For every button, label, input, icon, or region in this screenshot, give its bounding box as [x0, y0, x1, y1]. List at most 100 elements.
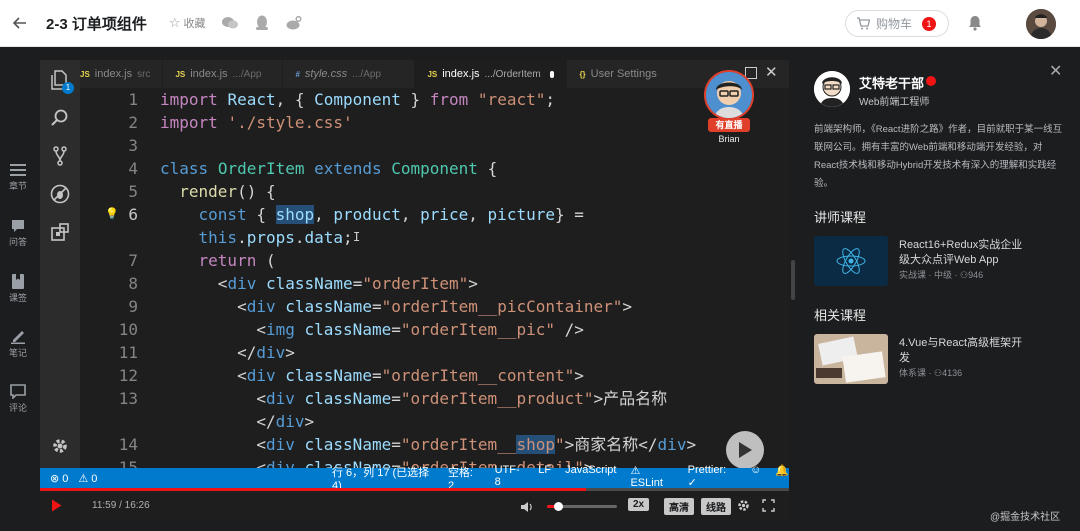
- teacher-avatar[interactable]: [814, 71, 850, 107]
- star-icon: ☆: [168, 15, 181, 30]
- favorite-button[interactable]: ☆ 收藏: [169, 15, 206, 31]
- presenter-live-badge[interactable]: 有直播 Brian: [698, 70, 760, 156]
- play-button[interactable]: [51, 499, 62, 517]
- settings-icon[interactable]: [737, 499, 750, 517]
- presenter-name: Brian: [718, 134, 740, 144]
- volume-icon[interactable]: [521, 500, 534, 518]
- editor-tab: JS index.js .../App: [163, 60, 284, 88]
- error-count: ⊗ 0: [50, 472, 69, 485]
- line-number: 9: [128, 297, 138, 316]
- volume-slider[interactable]: [547, 502, 617, 511]
- current-time: 11:59: [92, 500, 117, 511]
- course-meta: 实战课 · 中级 · ⚇946: [899, 270, 984, 280]
- code-line: class OrderItem extends Component {: [160, 159, 498, 178]
- editor-status-bar: ⊗ 0 ⚠ 0 行 6，列 17 (已选择4) 空格: 2 UTF-8 LF J…: [40, 464, 789, 492]
- code-line: </div>: [237, 343, 295, 362]
- teacher-description: 前端架构师，《React进阶之路》作者，目前就职于某一线互联网公司。拥有丰富的W…: [814, 124, 1063, 189]
- play-icon: [739, 442, 752, 458]
- favorite-label: 收藏: [183, 18, 206, 30]
- course-thumbnail: [814, 236, 888, 286]
- bell-icon[interactable]: [968, 15, 982, 36]
- js-file-icon: JS: [80, 69, 90, 79]
- speed-button[interactable]: 2x: [628, 498, 650, 511]
- tab-filename: style.css: [304, 68, 348, 80]
- bookmark-icon: [12, 274, 24, 289]
- text-cursor-icon: I: [353, 230, 361, 244]
- code-line: return (: [198, 251, 276, 270]
- tab-filename: User Settings: [590, 68, 657, 80]
- tab-dir: .../OrderItem: [484, 68, 541, 80]
- code-line: </div>: [256, 412, 315, 431]
- tab-filename: index.js: [94, 68, 133, 80]
- code-line: <div className="orderItem">: [217, 274, 478, 293]
- nav-label: 章节: [8, 181, 27, 191]
- line-number: 14: [118, 435, 138, 454]
- wechat-icon[interactable]: [221, 15, 238, 31]
- fullscreen-icon[interactable]: [762, 499, 775, 517]
- lightbulb-icon: 💡: [105, 208, 119, 220]
- cart-button[interactable]: 购物车 1: [845, 10, 949, 37]
- line-number-gutter: 1 2 3 4 5 6 7 8 9 10 11 12 13 14 15 💡: [80, 88, 140, 468]
- settings-gear-icon: [50, 436, 70, 456]
- tab-dir: src: [137, 68, 151, 80]
- nav-bookmarks[interactable]: 课签: [0, 274, 36, 304]
- line-number: 1: [128, 90, 138, 109]
- back-arrow-icon[interactable]: [0, 0, 40, 47]
- course-thumbnail: [814, 334, 888, 384]
- code-line: render() {: [179, 182, 276, 201]
- weibo-icon[interactable]: [286, 15, 302, 31]
- course-meta: 体系课 · ⚇4136: [899, 368, 963, 378]
- editor-tab: JS index.js src: [80, 60, 164, 88]
- panel-scrollbar[interactable]: [791, 260, 795, 300]
- qa-icon: [12, 220, 24, 232]
- nav-chapters[interactable]: 章节: [0, 163, 36, 192]
- quality-button[interactable]: 高清: [664, 498, 694, 515]
- line-number: 13: [118, 389, 138, 408]
- video-player[interactable]: 1 JS index.js src JS index.js .../App # …: [40, 60, 789, 520]
- line-number: 4: [128, 159, 138, 178]
- cart-icon: [857, 17, 870, 30]
- line-number: 15: [118, 458, 138, 468]
- css-file-icon: #: [295, 69, 300, 79]
- user-avatar[interactable]: [1026, 9, 1056, 39]
- editor-tab: {} User Settings: [567, 60, 668, 88]
- nav-qa[interactable]: 问答: [0, 219, 36, 248]
- note-icon: [11, 331, 25, 344]
- teacher-panel: ✕ 艾特老干部 Web前端工程师 前端架构师，《React进阶之路》作者，目前就…: [796, 47, 1080, 531]
- duration: 16:26: [124, 500, 150, 511]
- unsaved-dot-icon: [549, 70, 555, 78]
- code-line: import './style.css': [160, 113, 353, 132]
- close-icon[interactable]: ✕: [1049, 61, 1062, 81]
- course-title: 2-3 订单项组件: [46, 15, 147, 33]
- course-card[interactable]: React16+Redux实战企业级大众点评Web App 实战课 · 中级 ·…: [814, 236, 1074, 288]
- cart-count-badge: 1: [922, 16, 937, 31]
- nav-label: 课签: [8, 293, 27, 303]
- tab-dir: .../App: [352, 68, 381, 80]
- json-file-icon: {}: [579, 69, 586, 79]
- line-number: 10: [118, 320, 138, 339]
- nav-label: 评论: [8, 403, 27, 413]
- qq-icon[interactable]: [254, 15, 270, 31]
- editor-tab: # style.css .../App: [283, 60, 416, 88]
- time-display: 11:59 / 16:26: [92, 500, 150, 511]
- code-line: <div className="orderItem__content">: [237, 366, 584, 385]
- nav-comments[interactable]: 评论: [0, 384, 36, 414]
- line-number: 2: [128, 113, 138, 132]
- line-number: 11: [118, 343, 138, 362]
- line-number: 5: [128, 182, 138, 201]
- nav-label: 笔记: [8, 348, 27, 358]
- editor-activity-bar: 1: [40, 60, 80, 468]
- volume-knob: [553, 502, 563, 511]
- play-icon: [52, 499, 62, 512]
- left-nav: 章节 问答 课签 笔记 评论: [0, 47, 40, 531]
- code-line: import React, { Component } from "react"…: [160, 90, 555, 109]
- route-button[interactable]: 线路: [701, 498, 731, 515]
- course-card[interactable]: 4.Vue与React高级框架开发 体系课 · ⚇4136: [814, 334, 1074, 386]
- debug-icon: [50, 184, 70, 204]
- code-line: const { shop, product, price, picture} =: [198, 205, 584, 224]
- teacher-name[interactable]: 艾特老干部: [859, 73, 924, 92]
- nav-notes[interactable]: 笔记: [0, 329, 36, 359]
- explorer-icon: 1: [50, 70, 74, 94]
- code-line: this.props.data;: [198, 228, 353, 247]
- line-number: 12: [118, 366, 138, 385]
